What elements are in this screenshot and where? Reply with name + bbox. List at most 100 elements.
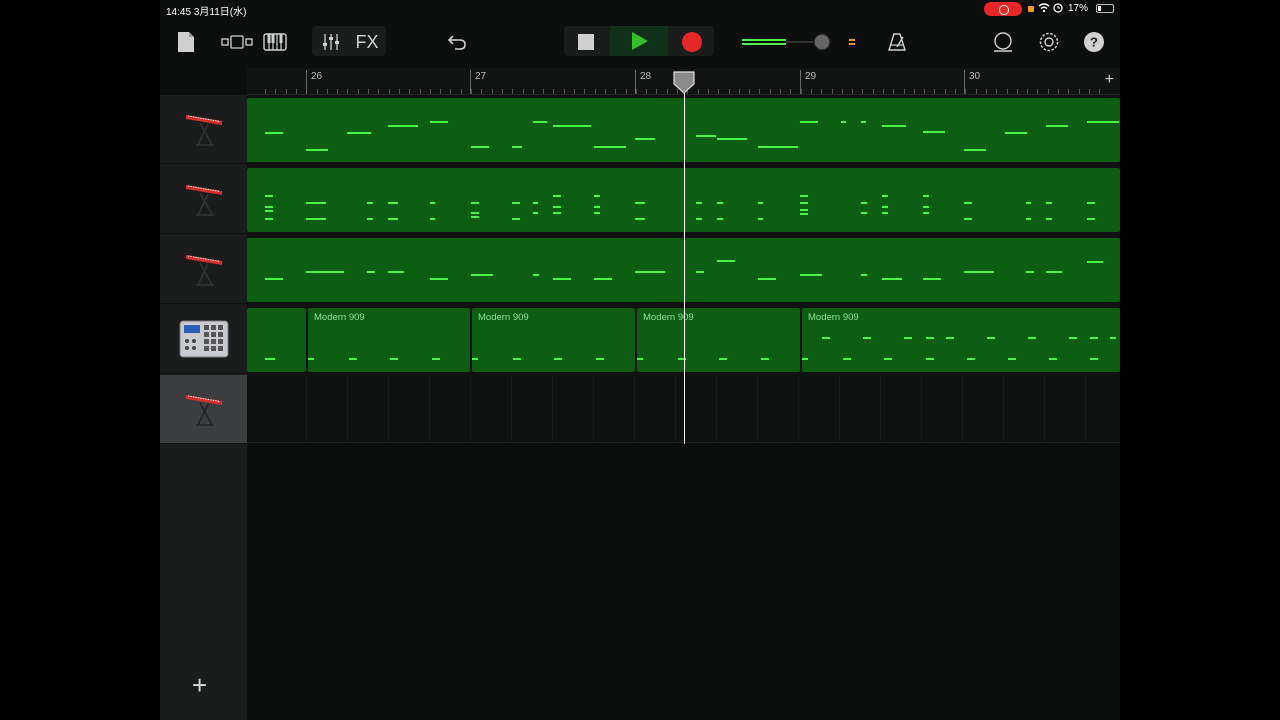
midi-note [594,278,612,280]
track-header[interactable] [160,235,247,304]
garageband-screen: 14:45 3月11日(水) 17% FX ? 26 27 28 29 30 +… [160,0,1120,720]
midi-note [1005,132,1027,134]
mixer-icon[interactable] [318,30,344,54]
midi-note [1026,202,1031,204]
ruler-tick [780,89,781,94]
add-section-button[interactable]: + [1105,72,1114,88]
keyboard-instrument-icon [185,255,222,286]
midi-note [533,212,538,214]
midi-note [964,149,986,151]
midi-note [964,202,972,204]
grid-line [757,375,758,443]
midi-note [637,358,643,360]
region-name: Modern 909 [314,312,365,323]
view-toggle-icon[interactable] [220,30,254,54]
bar-line [800,70,801,94]
ruler-tick [1079,89,1080,94]
add-track-button[interactable]: + [192,672,207,698]
midi-note [390,358,398,360]
ruler-tick [420,89,421,94]
midi-note [1028,337,1036,339]
ruler-tick [811,89,812,94]
midi-note [696,271,704,273]
ruler-tick [965,89,966,94]
midi-note [367,271,375,273]
screen-record-indicator [984,2,1022,16]
midi-note [265,210,273,212]
drum-region[interactable]: Modern 909 [308,308,470,372]
drum-region[interactable]: Modern 909 [802,308,1120,372]
midi-note [717,138,747,140]
midi-note [758,218,763,220]
keyboard-icon[interactable] [262,30,288,54]
grid-line [1003,375,1004,443]
midi-note [513,358,521,360]
midi-note [802,358,808,360]
midi-note [388,125,418,127]
ruler-tick [481,89,482,94]
ruler-tick [533,89,534,94]
ruler-tick [862,89,863,94]
midi-note [987,337,995,339]
grid-line [306,375,307,443]
loop-icon[interactable] [990,30,1016,54]
midi-note [863,337,871,339]
settings-icon[interactable] [1036,30,1062,54]
ruler-tick [265,89,266,94]
grid-line [470,375,471,443]
stop-icon[interactable] [572,30,600,54]
fx-button[interactable]: FX [352,30,382,54]
volume-slider[interactable] [740,30,840,54]
midi-note [923,212,929,214]
playhead-handle[interactable] [672,70,696,94]
midi-note [512,146,522,148]
midi-note [265,218,273,220]
track-header[interactable] [160,95,247,164]
drum-region[interactable] [247,308,306,372]
ruler-tick [409,89,410,94]
count-in-icon[interactable] [846,34,858,50]
midi-note [1046,202,1052,204]
midi-note [758,146,798,148]
grid-line [511,375,512,443]
midi-note [882,278,902,280]
midi-note [800,209,808,211]
bar-line [964,70,965,94]
grid-line [1044,375,1045,443]
undo-icon[interactable] [444,30,470,54]
ruler-tick [1017,89,1018,94]
track-header[interactable] [160,165,247,234]
midi-note [758,202,763,204]
midi-note [696,202,702,204]
ruler-tick [976,89,977,94]
ruler-tick [893,89,894,94]
drum-region[interactable]: Modern 909 [637,308,800,372]
midi-note [882,125,906,127]
ruler-tick [584,89,585,94]
midi-note [306,202,326,204]
midi-note [841,121,846,123]
midi-note [265,132,283,134]
status-time: 14:45 3月11日(水) [166,7,247,18]
track-header[interactable] [160,305,247,374]
record-icon[interactable] [678,30,706,54]
metronome-icon[interactable] [884,30,910,54]
midi-note [553,206,561,208]
play-icon[interactable] [610,26,668,56]
grid-line [634,375,635,443]
midi-note [367,218,373,220]
battery-percent: 17% [1068,3,1089,14]
help-icon[interactable]: ? [1082,30,1106,54]
midi-note [800,213,808,215]
drum-region[interactable]: Modern 909 [472,308,635,372]
track-header-selected[interactable] [160,375,247,444]
grid-line [798,375,799,443]
midi-note [1049,358,1057,360]
midi-note [1008,358,1016,360]
ruler-tick [1027,89,1028,94]
document-icon[interactable] [174,30,198,54]
bar-line [635,70,636,94]
midi-note [635,218,645,220]
ruler-tick [317,89,318,94]
ruler-tick [656,89,657,94]
